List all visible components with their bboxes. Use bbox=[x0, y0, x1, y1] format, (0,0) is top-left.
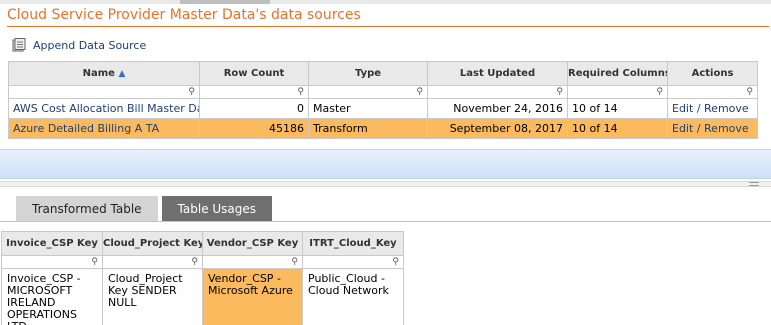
column-header-vendor-csp-key[interactable]: Vendor_CSP Key bbox=[202, 231, 303, 256]
filter-itrt-cloud-key[interactable]: ⚲ bbox=[302, 255, 404, 269]
panel-splitter[interactable] bbox=[0, 181, 771, 187]
table-row[interactable]: AWS Cost Allocation Bill Master Data 0 M… bbox=[8, 98, 758, 119]
cell-row-count: 0 bbox=[199, 98, 309, 119]
cell-invoice-csp-key: Invoice_CSP - MICROSOFT IRELAND OPERATIO… bbox=[1, 268, 103, 325]
search-icon[interactable]: ⚲ bbox=[392, 257, 399, 268]
cell-cloud-project-key: Cloud_Project Key SENDER NULL bbox=[102, 268, 203, 325]
sort-ascending-icon: ▲ bbox=[118, 69, 126, 79]
edit-link[interactable]: Edit bbox=[672, 122, 693, 135]
title-divider bbox=[7, 26, 769, 27]
search-icon[interactable]: ⚲ bbox=[191, 257, 198, 268]
search-icon[interactable]: ⚲ bbox=[556, 87, 563, 98]
column-header-type[interactable]: Type bbox=[308, 61, 428, 86]
table-row[interactable]: Invoice_CSP - MICROSOFT IRELAND OPERATIO… bbox=[1, 268, 404, 325]
edit-link[interactable]: Edit bbox=[672, 102, 693, 115]
search-icon[interactable]: ⚲ bbox=[297, 87, 304, 98]
remove-link[interactable]: Remove bbox=[704, 122, 749, 135]
cell-type: Transform bbox=[308, 118, 428, 139]
filter-last-updated[interactable]: ⚲ bbox=[427, 85, 568, 99]
cell-actions: Edit / Remove bbox=[667, 98, 758, 119]
cell-actions: Edit / Remove bbox=[667, 118, 758, 139]
cell-last-updated: September 08, 2017 bbox=[427, 118, 568, 139]
filter-required-columns[interactable]: ⚲ bbox=[567, 85, 668, 99]
filter-row: ⚲ ⚲ ⚲ ⚲ ⚲ ⚲ bbox=[8, 85, 758, 99]
remove-link[interactable]: Remove bbox=[704, 102, 749, 115]
search-icon[interactable]: ⚲ bbox=[746, 87, 753, 98]
filter-cloud-project-key[interactable]: ⚲ bbox=[102, 255, 203, 269]
column-header-row-count[interactable]: Row Count bbox=[199, 61, 309, 86]
data-sources-table: Name ▲ Row Count Type Last Updated Requi… bbox=[8, 61, 758, 139]
column-header-last-updated[interactable]: Last Updated bbox=[427, 61, 568, 86]
header-row: Invoice_CSP Key Cloud_Project Key Vendor… bbox=[1, 231, 404, 256]
cell-name[interactable]: Azure Detailed Billing A TA bbox=[8, 118, 200, 139]
filter-invoice-csp-key[interactable]: ⚲ bbox=[1, 255, 103, 269]
cell-row-count: 45186 bbox=[199, 118, 309, 139]
database-add-icon bbox=[12, 37, 29, 53]
column-header-actions: Actions bbox=[667, 61, 758, 86]
filter-actions[interactable]: ⚲ bbox=[667, 85, 758, 99]
tab-table-usages[interactable]: Table Usages bbox=[161, 196, 273, 221]
search-icon[interactable]: ⚲ bbox=[188, 87, 195, 98]
filter-vendor-csp-key[interactable]: ⚲ bbox=[202, 255, 303, 269]
transformed-table: Invoice_CSP Key Cloud_Project Key Vendor… bbox=[1, 231, 404, 325]
action-separator: / bbox=[696, 122, 701, 135]
search-icon[interactable]: ⚲ bbox=[91, 257, 98, 268]
cell-name[interactable]: AWS Cost Allocation Bill Master Data bbox=[8, 98, 200, 119]
table-row-selected[interactable]: Azure Detailed Billing A TA 45186 Transf… bbox=[8, 118, 758, 139]
column-header-cloud-project-key[interactable]: Cloud_Project Key bbox=[102, 231, 203, 256]
detail-tabs: Transformed Table Table Usages bbox=[16, 196, 273, 221]
header-row: Name ▲ Row Count Type Last Updated Requi… bbox=[8, 61, 758, 86]
filter-row-count[interactable]: ⚲ bbox=[199, 85, 309, 99]
cell-itrt-cloud-key: Public_Cloud - Cloud Network bbox=[302, 268, 404, 325]
column-header-name[interactable]: Name ▲ bbox=[8, 61, 200, 86]
top-tab-strip bbox=[0, 0, 771, 4]
splitter-grip-icon[interactable] bbox=[749, 182, 759, 186]
cell-vendor-csp-key: Vendor_CSP - Microsoft Azure bbox=[202, 268, 303, 325]
append-data-source-label: Append Data Source bbox=[33, 38, 147, 52]
column-header-itrt-cloud-key[interactable]: ITRT_Cloud_Key bbox=[302, 231, 404, 256]
search-icon[interactable]: ⚲ bbox=[416, 87, 423, 98]
filter-name[interactable]: ⚲ bbox=[8, 85, 200, 99]
search-icon[interactable]: ⚲ bbox=[291, 257, 298, 268]
append-data-source-button[interactable]: Append Data Source bbox=[12, 36, 146, 54]
detail-panel-band bbox=[0, 149, 771, 179]
action-separator: / bbox=[696, 102, 701, 115]
tab-divider bbox=[0, 221, 771, 222]
cell-required-columns: 10 of 14 bbox=[567, 118, 668, 139]
tab-transformed-table[interactable]: Transformed Table bbox=[16, 196, 158, 221]
filter-type[interactable]: ⚲ bbox=[308, 85, 428, 99]
cell-required-columns: 10 of 14 bbox=[567, 98, 668, 119]
column-header-invoice-csp-key[interactable]: Invoice_CSP Key bbox=[1, 231, 103, 256]
cell-type: Master bbox=[308, 98, 428, 119]
search-icon[interactable]: ⚲ bbox=[656, 87, 663, 98]
column-header-required-columns[interactable]: Required Columns bbox=[567, 61, 668, 86]
page-title: Cloud Service Provider Master Data's dat… bbox=[7, 7, 361, 23]
top-tab-edge bbox=[180, 0, 270, 4]
cell-last-updated: November 24, 2016 bbox=[427, 98, 568, 119]
filter-row: ⚲ ⚲ ⚲ ⚲ bbox=[1, 255, 404, 269]
